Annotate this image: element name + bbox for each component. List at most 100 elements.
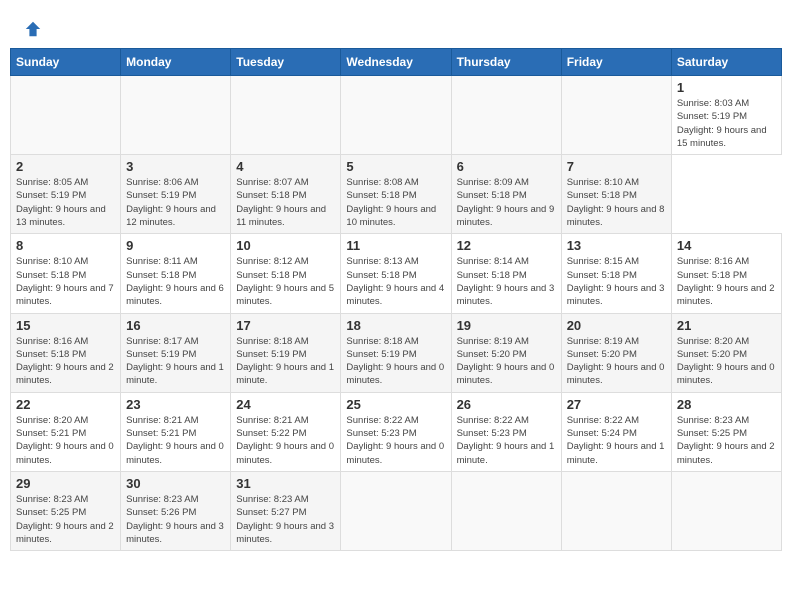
day-detail: Sunrise: 8:18 AMSunset: 5:19 PMDaylight:… (236, 336, 334, 387)
header-cell-friday: Friday (561, 49, 671, 76)
day-number: 17 (236, 318, 335, 333)
calendar-cell (341, 471, 451, 550)
calendar-cell: 23 Sunrise: 8:21 AMSunset: 5:21 PMDaylig… (121, 392, 231, 471)
header (10, 10, 782, 43)
calendar-cell: 24 Sunrise: 8:21 AMSunset: 5:22 PMDaylig… (231, 392, 341, 471)
calendar-cell: 11 Sunrise: 8:13 AMSunset: 5:18 PMDaylig… (341, 234, 451, 313)
header-cell-tuesday: Tuesday (231, 49, 341, 76)
calendar-cell: 1 Sunrise: 8:03 AMSunset: 5:19 PMDayligh… (671, 76, 781, 155)
logo-icon (24, 20, 42, 38)
calendar-table: SundayMondayTuesdayWednesdayThursdayFrid… (10, 48, 782, 551)
day-number: 2 (16, 159, 115, 174)
day-number: 7 (567, 159, 666, 174)
day-number: 27 (567, 397, 666, 412)
day-number: 1 (677, 80, 776, 95)
calendar-cell: 3 Sunrise: 8:06 AMSunset: 5:19 PMDayligh… (121, 155, 231, 234)
calendar-cell: 14 Sunrise: 8:16 AMSunset: 5:18 PMDaylig… (671, 234, 781, 313)
calendar-cell: 15 Sunrise: 8:16 AMSunset: 5:18 PMDaylig… (11, 313, 121, 392)
calendar-cell: 12 Sunrise: 8:14 AMSunset: 5:18 PMDaylig… (451, 234, 561, 313)
calendar-cell: 30 Sunrise: 8:23 AMSunset: 5:26 PMDaylig… (121, 471, 231, 550)
calendar-cell: 21 Sunrise: 8:20 AMSunset: 5:20 PMDaylig… (671, 313, 781, 392)
calendar-cell: 13 Sunrise: 8:15 AMSunset: 5:18 PMDaylig… (561, 234, 671, 313)
day-detail: Sunrise: 8:23 AMSunset: 5:25 PMDaylight:… (677, 415, 775, 466)
day-detail: Sunrise: 8:20 AMSunset: 5:21 PMDaylight:… (16, 415, 114, 466)
day-number: 15 (16, 318, 115, 333)
day-number: 10 (236, 238, 335, 253)
header-cell-wednesday: Wednesday (341, 49, 451, 76)
calendar-cell (11, 76, 121, 155)
calendar-cell (121, 76, 231, 155)
week-row-1: 2 Sunrise: 8:05 AMSunset: 5:19 PMDayligh… (11, 155, 782, 234)
header-cell-saturday: Saturday (671, 49, 781, 76)
week-row-3: 15 Sunrise: 8:16 AMSunset: 5:18 PMDaylig… (11, 313, 782, 392)
day-detail: Sunrise: 8:06 AMSunset: 5:19 PMDaylight:… (126, 177, 216, 228)
day-number: 8 (16, 238, 115, 253)
day-number: 28 (677, 397, 776, 412)
day-number: 20 (567, 318, 666, 333)
calendar-cell (671, 471, 781, 550)
week-row-5: 29 Sunrise: 8:23 AMSunset: 5:25 PMDaylig… (11, 471, 782, 550)
day-detail: Sunrise: 8:19 AMSunset: 5:20 PMDaylight:… (457, 336, 555, 387)
day-number: 6 (457, 159, 556, 174)
header-cell-sunday: Sunday (11, 49, 121, 76)
day-number: 4 (236, 159, 335, 174)
calendar-cell: 7 Sunrise: 8:10 AMSunset: 5:18 PMDayligh… (561, 155, 671, 234)
calendar-cell: 27 Sunrise: 8:22 AMSunset: 5:24 PMDaylig… (561, 392, 671, 471)
calendar-cell: 18 Sunrise: 8:18 AMSunset: 5:19 PMDaylig… (341, 313, 451, 392)
day-detail: Sunrise: 8:17 AMSunset: 5:19 PMDaylight:… (126, 336, 224, 387)
day-detail: Sunrise: 8:10 AMSunset: 5:18 PMDaylight:… (567, 177, 665, 228)
calendar-cell: 26 Sunrise: 8:22 AMSunset: 5:23 PMDaylig… (451, 392, 561, 471)
day-number: 12 (457, 238, 556, 253)
day-detail: Sunrise: 8:13 AMSunset: 5:18 PMDaylight:… (346, 256, 444, 307)
day-number: 3 (126, 159, 225, 174)
day-detail: Sunrise: 8:10 AMSunset: 5:18 PMDaylight:… (16, 256, 114, 307)
calendar-cell: 17 Sunrise: 8:18 AMSunset: 5:19 PMDaylig… (231, 313, 341, 392)
day-number: 14 (677, 238, 776, 253)
calendar-cell: 29 Sunrise: 8:23 AMSunset: 5:25 PMDaylig… (11, 471, 121, 550)
day-detail: Sunrise: 8:18 AMSunset: 5:19 PMDaylight:… (346, 336, 444, 387)
calendar-cell (561, 76, 671, 155)
day-number: 23 (126, 397, 225, 412)
day-detail: Sunrise: 8:15 AMSunset: 5:18 PMDaylight:… (567, 256, 665, 307)
day-detail: Sunrise: 8:08 AMSunset: 5:18 PMDaylight:… (346, 177, 436, 228)
day-detail: Sunrise: 8:14 AMSunset: 5:18 PMDaylight:… (457, 256, 555, 307)
calendar-cell: 20 Sunrise: 8:19 AMSunset: 5:20 PMDaylig… (561, 313, 671, 392)
calendar-cell: 16 Sunrise: 8:17 AMSunset: 5:19 PMDaylig… (121, 313, 231, 392)
day-number: 18 (346, 318, 445, 333)
day-detail: Sunrise: 8:23 AMSunset: 5:26 PMDaylight:… (126, 494, 224, 545)
day-detail: Sunrise: 8:16 AMSunset: 5:18 PMDaylight:… (16, 336, 114, 387)
header-cell-monday: Monday (121, 49, 231, 76)
day-detail: Sunrise: 8:19 AMSunset: 5:20 PMDaylight:… (567, 336, 665, 387)
week-row-2: 8 Sunrise: 8:10 AMSunset: 5:18 PMDayligh… (11, 234, 782, 313)
day-detail: Sunrise: 8:23 AMSunset: 5:27 PMDaylight:… (236, 494, 334, 545)
day-detail: Sunrise: 8:03 AMSunset: 5:19 PMDaylight:… (677, 98, 767, 149)
day-number: 26 (457, 397, 556, 412)
calendar-cell: 31 Sunrise: 8:23 AMSunset: 5:27 PMDaylig… (231, 471, 341, 550)
calendar-cell: 2 Sunrise: 8:05 AMSunset: 5:19 PMDayligh… (11, 155, 121, 234)
calendar-cell: 28 Sunrise: 8:23 AMSunset: 5:25 PMDaylig… (671, 392, 781, 471)
day-detail: Sunrise: 8:05 AMSunset: 5:19 PMDaylight:… (16, 177, 106, 228)
logo (20, 20, 42, 38)
day-detail: Sunrise: 8:23 AMSunset: 5:25 PMDaylight:… (16, 494, 114, 545)
day-detail: Sunrise: 8:21 AMSunset: 5:21 PMDaylight:… (126, 415, 224, 466)
calendar-cell (451, 471, 561, 550)
day-number: 25 (346, 397, 445, 412)
day-number: 29 (16, 476, 115, 491)
day-detail: Sunrise: 8:12 AMSunset: 5:18 PMDaylight:… (236, 256, 334, 307)
calendar-cell: 9 Sunrise: 8:11 AMSunset: 5:18 PMDayligh… (121, 234, 231, 313)
calendar-cell: 22 Sunrise: 8:20 AMSunset: 5:21 PMDaylig… (11, 392, 121, 471)
calendar-cell: 5 Sunrise: 8:08 AMSunset: 5:18 PMDayligh… (341, 155, 451, 234)
day-number: 16 (126, 318, 225, 333)
day-detail: Sunrise: 8:09 AMSunset: 5:18 PMDaylight:… (457, 177, 555, 228)
day-detail: Sunrise: 8:11 AMSunset: 5:18 PMDaylight:… (126, 256, 224, 307)
week-row-0: 1 Sunrise: 8:03 AMSunset: 5:19 PMDayligh… (11, 76, 782, 155)
day-number: 5 (346, 159, 445, 174)
day-detail: Sunrise: 8:22 AMSunset: 5:23 PMDaylight:… (346, 415, 444, 466)
calendar-cell: 25 Sunrise: 8:22 AMSunset: 5:23 PMDaylig… (341, 392, 451, 471)
week-row-4: 22 Sunrise: 8:20 AMSunset: 5:21 PMDaylig… (11, 392, 782, 471)
calendar-cell: 10 Sunrise: 8:12 AMSunset: 5:18 PMDaylig… (231, 234, 341, 313)
calendar-cell (561, 471, 671, 550)
day-number: 21 (677, 318, 776, 333)
calendar-cell: 4 Sunrise: 8:07 AMSunset: 5:18 PMDayligh… (231, 155, 341, 234)
day-detail: Sunrise: 8:21 AMSunset: 5:22 PMDaylight:… (236, 415, 334, 466)
